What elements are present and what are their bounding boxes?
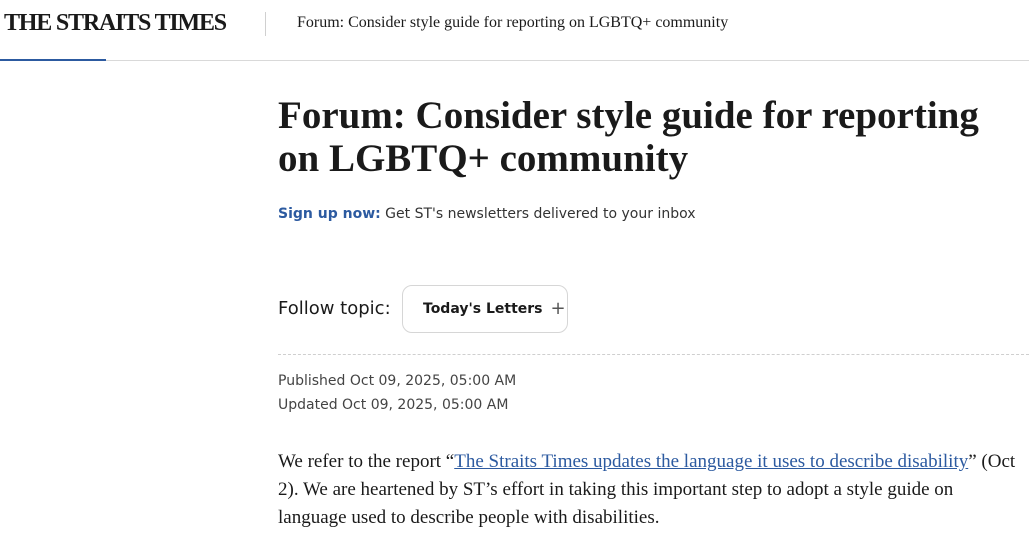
article-body-paragraph: We refer to the report “The Straits Time… bbox=[278, 448, 1023, 532]
updated-date: Updated Oct 09, 2025, 05:00 AM bbox=[278, 397, 509, 413]
signup-link[interactable]: Sign up now: bbox=[278, 206, 381, 222]
related-article-link[interactable]: The Straits Times updates the language i… bbox=[454, 451, 968, 472]
header-article-title: Forum: Consider style guide for reportin… bbox=[297, 14, 729, 31]
newsletter-signup: Sign up now: Get ST's newsletters delive… bbox=[278, 206, 696, 222]
site-header: THE STRAITS TIMES Forum: Consider style … bbox=[0, 0, 1029, 61]
site-logo[interactable]: THE STRAITS TIMES bbox=[4, 10, 227, 37]
body-text-before: We refer to the report “ bbox=[278, 451, 455, 472]
divider bbox=[278, 354, 1029, 355]
header-progress-bar bbox=[0, 59, 106, 61]
article-headline: Forum: Consider style guide for reportin… bbox=[278, 94, 979, 180]
published-date: Published Oct 09, 2025, 05:00 AM bbox=[278, 373, 517, 389]
topic-label: Today's Letters bbox=[423, 301, 543, 317]
header-divider bbox=[265, 12, 266, 36]
plus-icon: + bbox=[550, 298, 566, 319]
follow-topic-label: Follow topic: bbox=[278, 298, 391, 319]
signup-text: Get ST's newsletters delivered to your i… bbox=[380, 206, 696, 222]
follow-topic-button[interactable]: Today's Letters + bbox=[402, 285, 568, 333]
